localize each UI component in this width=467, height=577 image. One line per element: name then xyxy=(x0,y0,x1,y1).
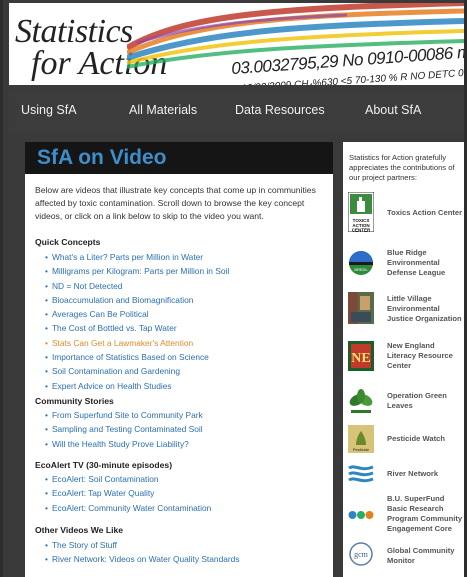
svg-text:Pesticide: Pesticide xyxy=(353,447,370,452)
page-title: SfA on Video xyxy=(37,146,167,169)
nav-data-resources[interactable]: Data Resources xyxy=(235,103,325,117)
sidebar-intro-text: Statistics for Action gratefully appreci… xyxy=(349,153,455,182)
list-item: • The Cost of Bottled vs. Tap Water xyxy=(45,321,229,335)
intro-text: Below are videos that illustrate key con… xyxy=(35,185,316,221)
bullet-icon: • xyxy=(45,366,48,377)
video-link[interactable]: From Superfund Site to Community Park xyxy=(52,410,203,420)
gcm-logo-icon: gcm xyxy=(349,542,373,566)
partner-name: Little Village Environmental Justice Org… xyxy=(387,294,462,323)
bu-superfund-logo-icon xyxy=(348,511,374,519)
pesticide-watch-logo-icon: Pesticide xyxy=(348,425,374,453)
bullet-icon: • xyxy=(45,309,48,320)
bullet-icon: • xyxy=(45,488,48,499)
section-heading-community-stories: Community Stories xyxy=(35,396,114,406)
list-item: • Milligrams per Kilogram: Parts per Mill… xyxy=(45,264,229,278)
list-item: • Sampling and Testing Contaminated Soil xyxy=(45,422,203,436)
page-frame: Statistics for Action 03.0032795,29 No 0… xyxy=(3,0,464,577)
partner-name: Pesticide Watch xyxy=(387,434,445,443)
video-link[interactable]: Averages Can Be Political xyxy=(52,309,149,319)
partner-name: B.U. SuperFund Basic Research Program Co… xyxy=(387,494,463,533)
list-item: • What's a Liter? Parts per Million in Wa… xyxy=(45,250,229,264)
video-link[interactable]: Sampling and Testing Contaminated Soil xyxy=(52,424,203,434)
list-item: • Soil Contamination and Gardening xyxy=(45,364,229,378)
video-link[interactable]: Milligrams per Kilogram: Parts per Milli… xyxy=(52,266,229,276)
main-content: SfA on Video Below are videos that illus… xyxy=(25,142,333,577)
nelrc-logo-icon: NE xyxy=(348,341,374,371)
bullet-icon: • xyxy=(45,424,48,435)
quick-concepts-list: • What's a Liter? Parts per Million in Wa… xyxy=(45,250,229,393)
video-link[interactable]: ND = Not Detected xyxy=(52,281,123,291)
list-item: • Averages Can Be Political xyxy=(45,307,229,321)
list-item: • EcoAlert: Soil Contamination xyxy=(45,472,211,486)
toxics-action-center-logo-icon: TOXICS ACTION CENTER xyxy=(348,192,374,232)
video-link[interactable]: Will the Health Study Prove Liability? xyxy=(52,439,189,449)
bullet-icon: • xyxy=(45,323,48,334)
video-link[interactable]: EcoAlert: Soil Contamination xyxy=(52,474,159,484)
river-network-logo-icon xyxy=(348,465,374,483)
bullet-icon: • xyxy=(45,266,48,277)
lvejo-photo-logo-icon xyxy=(348,292,374,324)
bullet-icon: • xyxy=(45,502,48,513)
list-item: • Bioaccumulation and Biomagnification xyxy=(45,293,229,307)
partner-name: Blue Ridge Environmental Defense League xyxy=(387,248,446,277)
ecoalert-tv-list: • EcoAlert: Soil Contamination • EcoAlert:… xyxy=(45,472,211,515)
partner-name: Toxics Action Center xyxy=(387,208,463,217)
partner-name: Global Community Monitor xyxy=(387,546,455,565)
video-link[interactable]: Bioaccumulation and Biomagnification xyxy=(52,295,194,305)
site-header: Statistics for Action 03.0032795,29 No 0… xyxy=(9,3,464,85)
bullet-icon: • xyxy=(45,280,48,291)
video-link-active[interactable]: Stats Can Get a Lawmaker's Attention xyxy=(52,338,193,348)
video-link[interactable]: What's a Liter? Parts per Million in Wat… xyxy=(52,252,203,262)
nav-all-materials[interactable]: All Materials xyxy=(129,103,197,117)
section-heading-quick-concepts: Quick Concepts xyxy=(35,237,101,247)
bullet-icon: • xyxy=(45,337,48,348)
video-link[interactable]: EcoAlert: Tap Water Quality xyxy=(52,488,154,498)
list-item: • From Superfund Site to Community Park xyxy=(45,408,203,422)
bullet-icon: • xyxy=(45,380,48,391)
bullet-icon: • xyxy=(45,438,48,449)
video-link[interactable]: Soil Contamination and Gardening xyxy=(52,366,180,376)
list-item: • EcoAlert: Community Water Contamination xyxy=(45,501,211,515)
section-heading-ecoalert-tv: EcoAlert TV (30-minute episodes) xyxy=(35,460,173,470)
nav-about-sfa[interactable]: About SfA xyxy=(365,103,421,117)
section-heading-other-videos: Other Videos We Like xyxy=(35,525,124,535)
video-link[interactable]: The Cost of Bottled vs. Tap Water xyxy=(52,323,177,333)
bullet-icon: • xyxy=(45,474,48,484)
list-item: • EcoAlert: Tap Water Quality xyxy=(45,486,211,500)
other-videos-list: • The Story of Stuff • River Network: Vide… xyxy=(45,538,240,567)
video-link[interactable]: River Network: Videos on Water Quality S… xyxy=(52,554,240,564)
svg-text:NE: NE xyxy=(351,351,370,366)
green-leaves-logo-icon xyxy=(349,389,373,413)
list-item: • ND = Not Detected xyxy=(45,279,229,293)
partners-sidebar: Statistics for Action gratefully appreci… xyxy=(343,142,464,577)
bullet-icon: • xyxy=(45,252,48,262)
video-link[interactable]: EcoAlert: Community Water Contamination xyxy=(52,503,211,513)
bullet-icon: • xyxy=(45,410,48,420)
svg-text:BREDL: BREDL xyxy=(354,267,368,272)
svg-text:CENTER: CENTER xyxy=(352,228,371,233)
main-nav: Using SfA All Materials Data Resources A… xyxy=(9,90,464,132)
partner-name: River Network xyxy=(387,469,439,478)
list-item: • River Network: Videos on Water Quality … xyxy=(45,552,240,566)
list-item: • Stats Can Get a Lawmaker's Attention xyxy=(45,336,229,350)
bullet-icon: • xyxy=(45,294,48,305)
page-title-bar: SfA on Video xyxy=(25,142,333,174)
bullet-icon: • xyxy=(45,352,48,363)
list-item: • Expert Advice on Health Studies xyxy=(45,379,229,393)
partner-name: Operation Green Leaves xyxy=(387,391,447,410)
video-link[interactable]: The Story of Stuff xyxy=(52,540,117,550)
video-link[interactable]: Expert Advice on Health Studies xyxy=(52,381,172,391)
list-item: • Will the Health Study Prove Liability? xyxy=(45,437,203,451)
bullet-icon: • xyxy=(45,540,48,550)
video-link[interactable]: Importance of Statistics Based on Scienc… xyxy=(52,352,209,362)
bullet-icon: • xyxy=(45,554,48,565)
nav-using-sfa[interactable]: Using SfA xyxy=(21,103,77,117)
bredl-globe-logo-icon: BREDL xyxy=(349,251,373,275)
list-item: • The Story of Stuff xyxy=(45,538,240,552)
community-stories-list: • From Superfund Site to Community Park •… xyxy=(45,408,203,451)
partner-name: New England Literacy Resource Center xyxy=(387,341,453,370)
list-item: • Importance of Statistics Based on Scien… xyxy=(45,350,229,364)
svg-text:gcm: gcm xyxy=(354,550,369,559)
